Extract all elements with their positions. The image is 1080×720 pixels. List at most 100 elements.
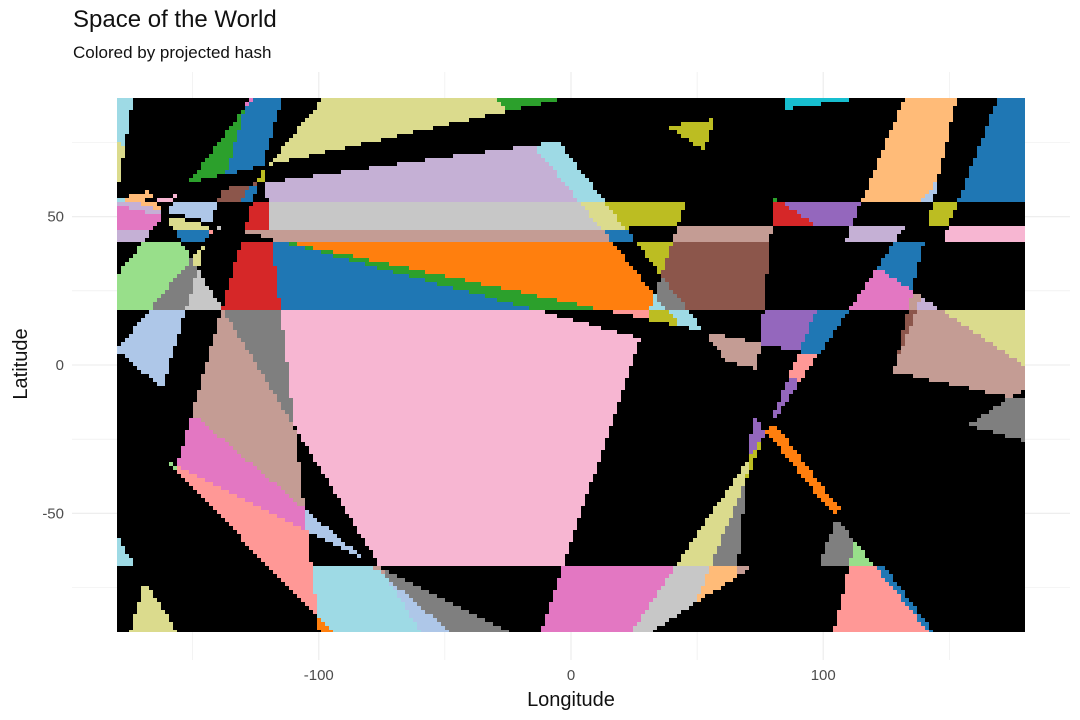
hash-cell [673, 102, 678, 107]
hash-cell [717, 98, 722, 103]
hash-cell [157, 174, 162, 179]
hash-cell [765, 146, 770, 151]
hash-cell [545, 118, 550, 123]
hash-cell [693, 154, 698, 159]
hash-cell [161, 98, 166, 103]
hash-cell [857, 98, 862, 103]
hash-cell [253, 106, 258, 111]
hash-cell [937, 114, 942, 119]
hash-cell [473, 98, 478, 103]
hash-cell [789, 114, 794, 119]
hash-cell [301, 122, 306, 127]
hash-cell [1013, 118, 1018, 123]
hash-cell [845, 118, 850, 123]
hash-cell [997, 150, 1002, 155]
hash-cell [769, 138, 774, 143]
hash-cell [793, 126, 798, 131]
hash-cell [185, 106, 190, 111]
hash-cell [445, 150, 450, 155]
hash-cell [613, 126, 618, 131]
hash-cell [1009, 174, 1014, 179]
hash-cell [917, 146, 922, 151]
hash-cell [157, 130, 162, 135]
hash-cell [309, 178, 314, 183]
hash-cell [645, 110, 650, 115]
hash-cell [589, 166, 594, 171]
hash-cell [185, 142, 190, 147]
hash-cell [529, 158, 534, 163]
hash-cell [413, 154, 418, 159]
hash-cell [429, 122, 434, 127]
hash-cell [729, 130, 734, 135]
hash-cell [421, 138, 426, 143]
hash-cell [913, 162, 918, 167]
hash-cell [421, 162, 426, 167]
hash-cell [685, 126, 690, 131]
hash-cell [565, 130, 570, 135]
hash-cell [497, 98, 502, 103]
hash-cell [141, 106, 146, 111]
hash-cell [473, 118, 478, 123]
hash-cell [237, 118, 242, 123]
hash-cell [837, 110, 842, 115]
hash-cell [133, 118, 138, 123]
hash-cell [677, 118, 682, 123]
hash-cell [353, 166, 358, 171]
hash-cell [565, 146, 570, 151]
hash-cell [649, 170, 654, 175]
hash-cell [509, 142, 514, 147]
hash-cell [329, 102, 334, 107]
hash-cell [917, 118, 922, 123]
hash-cell [529, 134, 534, 139]
hash-cell [453, 106, 458, 111]
hash-cell [137, 146, 142, 151]
hash-cell [373, 162, 378, 167]
hash-cell [613, 114, 618, 119]
hash-cell [401, 98, 406, 103]
hash-cell [241, 134, 246, 139]
hash-cell [661, 110, 666, 115]
hash-cell [325, 166, 330, 171]
hash-cell [593, 114, 598, 119]
hash-cell [781, 130, 786, 135]
hash-cell [617, 138, 622, 143]
hash-cell [741, 146, 746, 151]
hash-cell [985, 102, 990, 107]
hash-cell [489, 162, 494, 167]
hash-cell [329, 122, 334, 127]
hash-cell [945, 114, 950, 119]
hash-cell [321, 170, 326, 175]
hash-cell [385, 170, 390, 175]
hash-cell [157, 126, 162, 131]
hash-cell [917, 130, 922, 135]
hash-cell [897, 162, 902, 167]
hash-cell [517, 98, 522, 103]
hash-cell [337, 154, 342, 159]
hash-cell [837, 158, 842, 163]
hash-cell [1017, 126, 1022, 131]
hash-cell [621, 174, 626, 179]
hash-cell [237, 142, 242, 147]
hash-cell [413, 98, 418, 103]
hash-cell [825, 102, 830, 107]
hash-cell [689, 158, 694, 163]
hash-cell [565, 134, 570, 139]
chart-svg: -100 0 100 500-50 Longitude Latitude [0, 0, 1080, 720]
hash-cell [301, 126, 306, 131]
hash-cell [585, 138, 590, 143]
hash-cell [797, 158, 802, 163]
hash-cell [577, 150, 582, 155]
hash-cell [785, 114, 790, 119]
hash-cell [261, 146, 266, 151]
hash-cell [385, 106, 390, 111]
hash-cell [833, 102, 838, 107]
hash-cell [229, 158, 234, 163]
hash-cell [357, 102, 362, 107]
hash-cell [393, 146, 398, 151]
hash-cell [193, 146, 198, 151]
hash-cell [437, 154, 442, 159]
hash-cell [997, 174, 1002, 179]
hash-cell [993, 106, 998, 111]
hash-cell [1013, 114, 1018, 119]
hash-cell [165, 102, 170, 107]
